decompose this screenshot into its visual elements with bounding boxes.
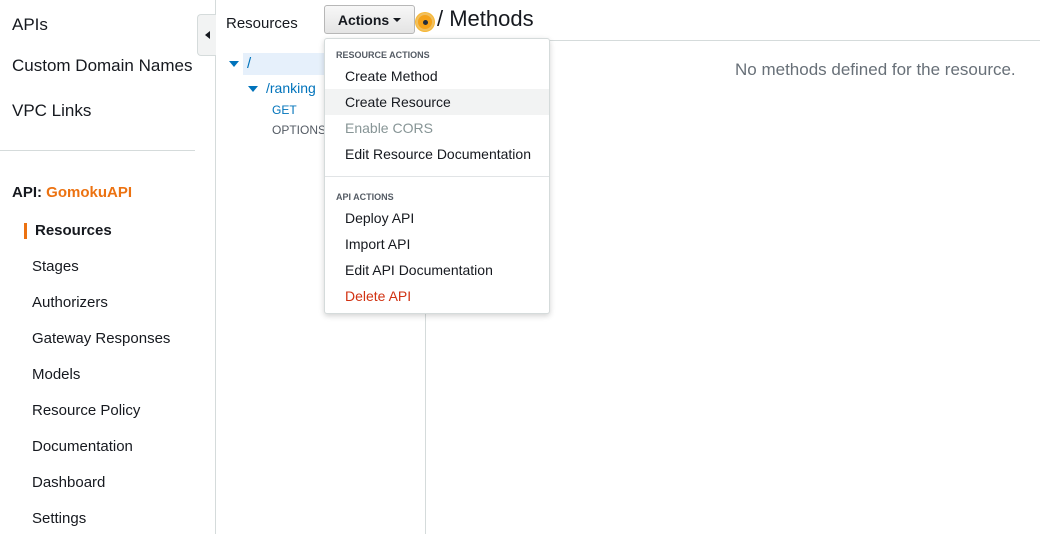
subnav-item-resource-policy[interactable]: Resource Policy: [32, 402, 140, 419]
cursor-indicator-icon: [416, 13, 434, 31]
api-title: API: GomokuAPI: [12, 184, 132, 201]
dropdown-section-api-actions: API ACTIONS: [336, 192, 394, 202]
tree-item-root[interactable]: /: [247, 55, 251, 72]
chevron-left-icon: [204, 31, 210, 39]
active-indicator: [24, 223, 27, 239]
menu-item-create-method[interactable]: Create Method: [325, 63, 549, 89]
dropdown-section-resource-actions: RESOURCE ACTIONS: [336, 50, 430, 60]
page-title: / Methods: [437, 6, 534, 31]
menu-item-delete-api[interactable]: Delete API: [325, 283, 549, 309]
menu-item-enable-cors: Enable CORS: [345, 120, 433, 136]
empty-state-message: No methods defined for the resource.: [735, 60, 1016, 79]
subnav-item-settings[interactable]: Settings: [32, 510, 86, 527]
subnav-item-dashboard[interactable]: Dashboard: [32, 474, 105, 491]
actions-button[interactable]: Actions: [324, 5, 415, 34]
nav-divider: [0, 150, 195, 151]
collapse-sidebar-button[interactable]: [197, 14, 216, 56]
subnav-item-stages[interactable]: Stages: [32, 258, 79, 275]
nav-item-custom-domain-names[interactable]: Custom Domain Names: [12, 56, 192, 76]
resources-panel-title: Resources: [226, 15, 298, 32]
api-name-link[interactable]: GomokuAPI: [46, 184, 132, 201]
tree-root-highlight[interactable]: [243, 53, 333, 75]
api-title-prefix: API:: [12, 184, 42, 201]
menu-item-edit-api-documentation[interactable]: Edit API Documentation: [325, 257, 549, 283]
cursor-dot: [422, 19, 428, 25]
subnav-item-authorizers[interactable]: Authorizers: [32, 294, 108, 311]
subnav-item-documentation[interactable]: Documentation: [32, 438, 133, 455]
tree-method-options[interactable]: OPTIONS: [272, 123, 326, 137]
caret-down-icon: [393, 18, 402, 22]
expand-arrow-icon[interactable]: [229, 61, 239, 67]
expand-arrow-icon[interactable]: [248, 86, 258, 92]
subnav-item-models[interactable]: Models: [32, 366, 80, 383]
nav-item-vpc-links[interactable]: VPC Links: [12, 101, 91, 121]
nav-item-apis[interactable]: APIs: [12, 15, 48, 35]
dropdown-divider: [325, 176, 549, 177]
tree-method-get[interactable]: GET: [272, 103, 297, 117]
menu-item-edit-resource-documentation[interactable]: Edit Resource Documentation: [325, 141, 549, 167]
actions-dropdown-menu: RESOURCE ACTIONS Create Method Create Re…: [324, 38, 550, 314]
left-navigation: APIs Custom Domain Names VPC Links API: …: [0, 0, 216, 534]
menu-item-create-resource[interactable]: Create Resource: [325, 89, 549, 115]
subnav-item-resources[interactable]: Resources: [35, 222, 112, 239]
actions-button-label: Actions: [337, 11, 390, 28]
menu-item-import-api[interactable]: Import API: [325, 231, 549, 257]
subnav-item-gateway-responses[interactable]: Gateway Responses: [32, 330, 170, 347]
menu-item-deploy-api[interactable]: Deploy API: [325, 205, 549, 231]
tree-item-ranking[interactable]: /ranking: [266, 80, 316, 96]
